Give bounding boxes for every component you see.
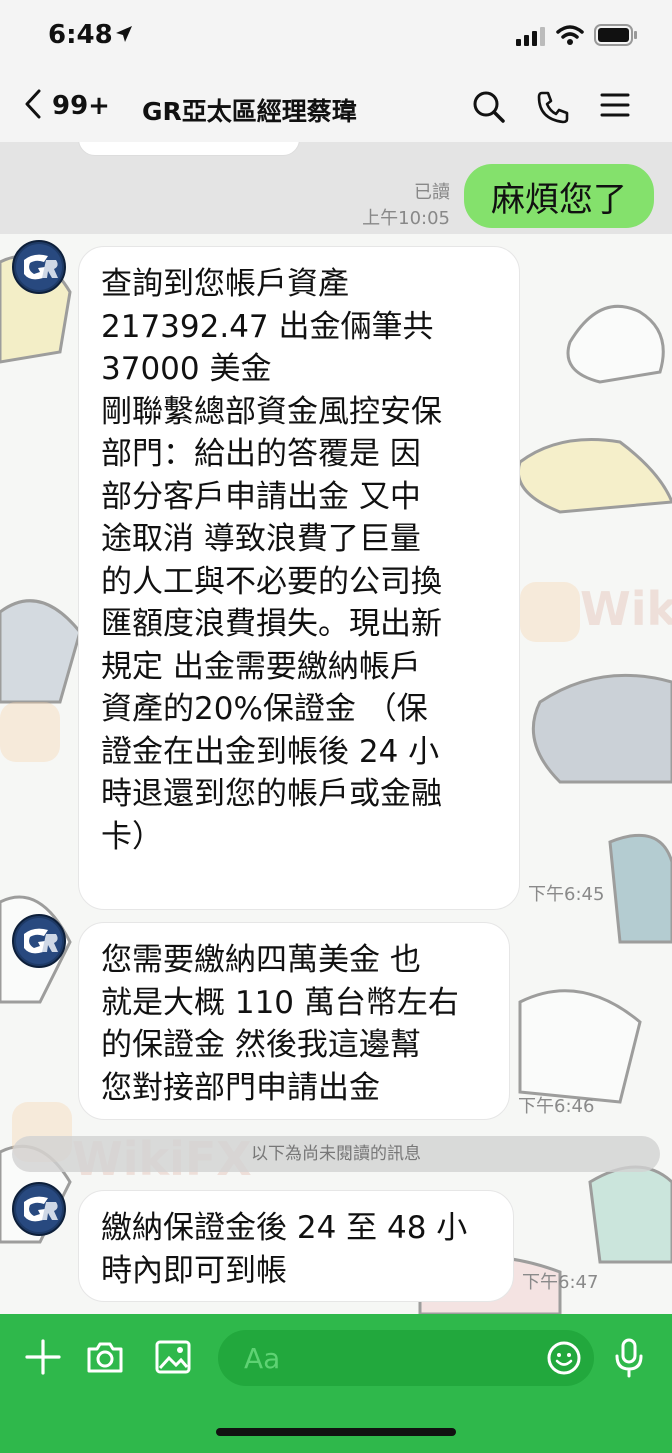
watermark-logo-icon [0,702,60,762]
home-indicator [216,1428,456,1436]
message-time: 下午6:46 [518,1096,595,1117]
status-bar: 6:48 [0,0,672,72]
previous-bubble [78,142,300,156]
avatar[interactable] [12,1182,66,1236]
status-time: 6:48 [48,20,113,50]
plus-icon[interactable] [24,1338,62,1380]
message-input[interactable] [218,1330,594,1386]
watermark-logo-icon [520,582,580,642]
received-message-bubble[interactable]: 繳納保證金後 24 至 48 小 時內即可到帳 [78,1190,514,1302]
gr-logo-icon [16,1186,62,1232]
gr-logo-icon [16,918,62,964]
chat-area[interactable]: WikiFX WikiFX WikiFX 已讀 上午10:05 麻煩您了 查詢到… [0,142,672,1314]
microphone-icon[interactable] [614,1338,644,1382]
back-button[interactable]: 99+ [24,86,110,126]
message-time: 下午6:45 [528,884,605,905]
battery-icon [594,24,638,50]
received-message-bubble[interactable]: 查詢到您帳戶資產 217392.47 出金倆筆共 37000 美金 剛聯繫總部資… [78,246,520,910]
avatar[interactable] [12,240,66,294]
chat-header: 99+ GR亞太區經理蔡瑋 [0,72,672,142]
sent-message-row: 已讀 上午10:05 麻煩您了 [0,142,672,234]
sent-message-bubble[interactable]: 麻煩您了 [464,164,654,228]
unread-count: 99+ [52,91,110,121]
watermark-text: WikiFX [580,582,672,636]
unread-divider: 以下為尚未閱讀的訊息 [12,1136,660,1172]
received-message-bubble[interactable]: 您需要繳納四萬美金 也 就是大概 110 萬台幣左右 的保證金 然後我這邊幫 您… [78,922,510,1120]
chevron-left-icon [24,89,42,123]
avatar[interactable] [12,914,66,968]
read-receipt: 已讀 [414,182,450,203]
emoji-icon[interactable] [546,1340,582,1380]
signal-icon [516,26,546,50]
search-icon[interactable] [472,90,506,128]
menu-icon[interactable] [600,90,630,124]
gr-logo-icon [16,244,62,290]
wifi-icon [556,24,584,50]
image-icon[interactable] [154,1338,192,1380]
camera-icon[interactable] [86,1338,124,1380]
chat-title: GR亞太區經理蔡瑋 [142,97,357,126]
location-arrow-icon [114,24,134,48]
message-time: 上午10:05 [362,208,450,229]
message-time: 下午6:47 [522,1272,599,1293]
phone-icon[interactable] [536,90,570,128]
